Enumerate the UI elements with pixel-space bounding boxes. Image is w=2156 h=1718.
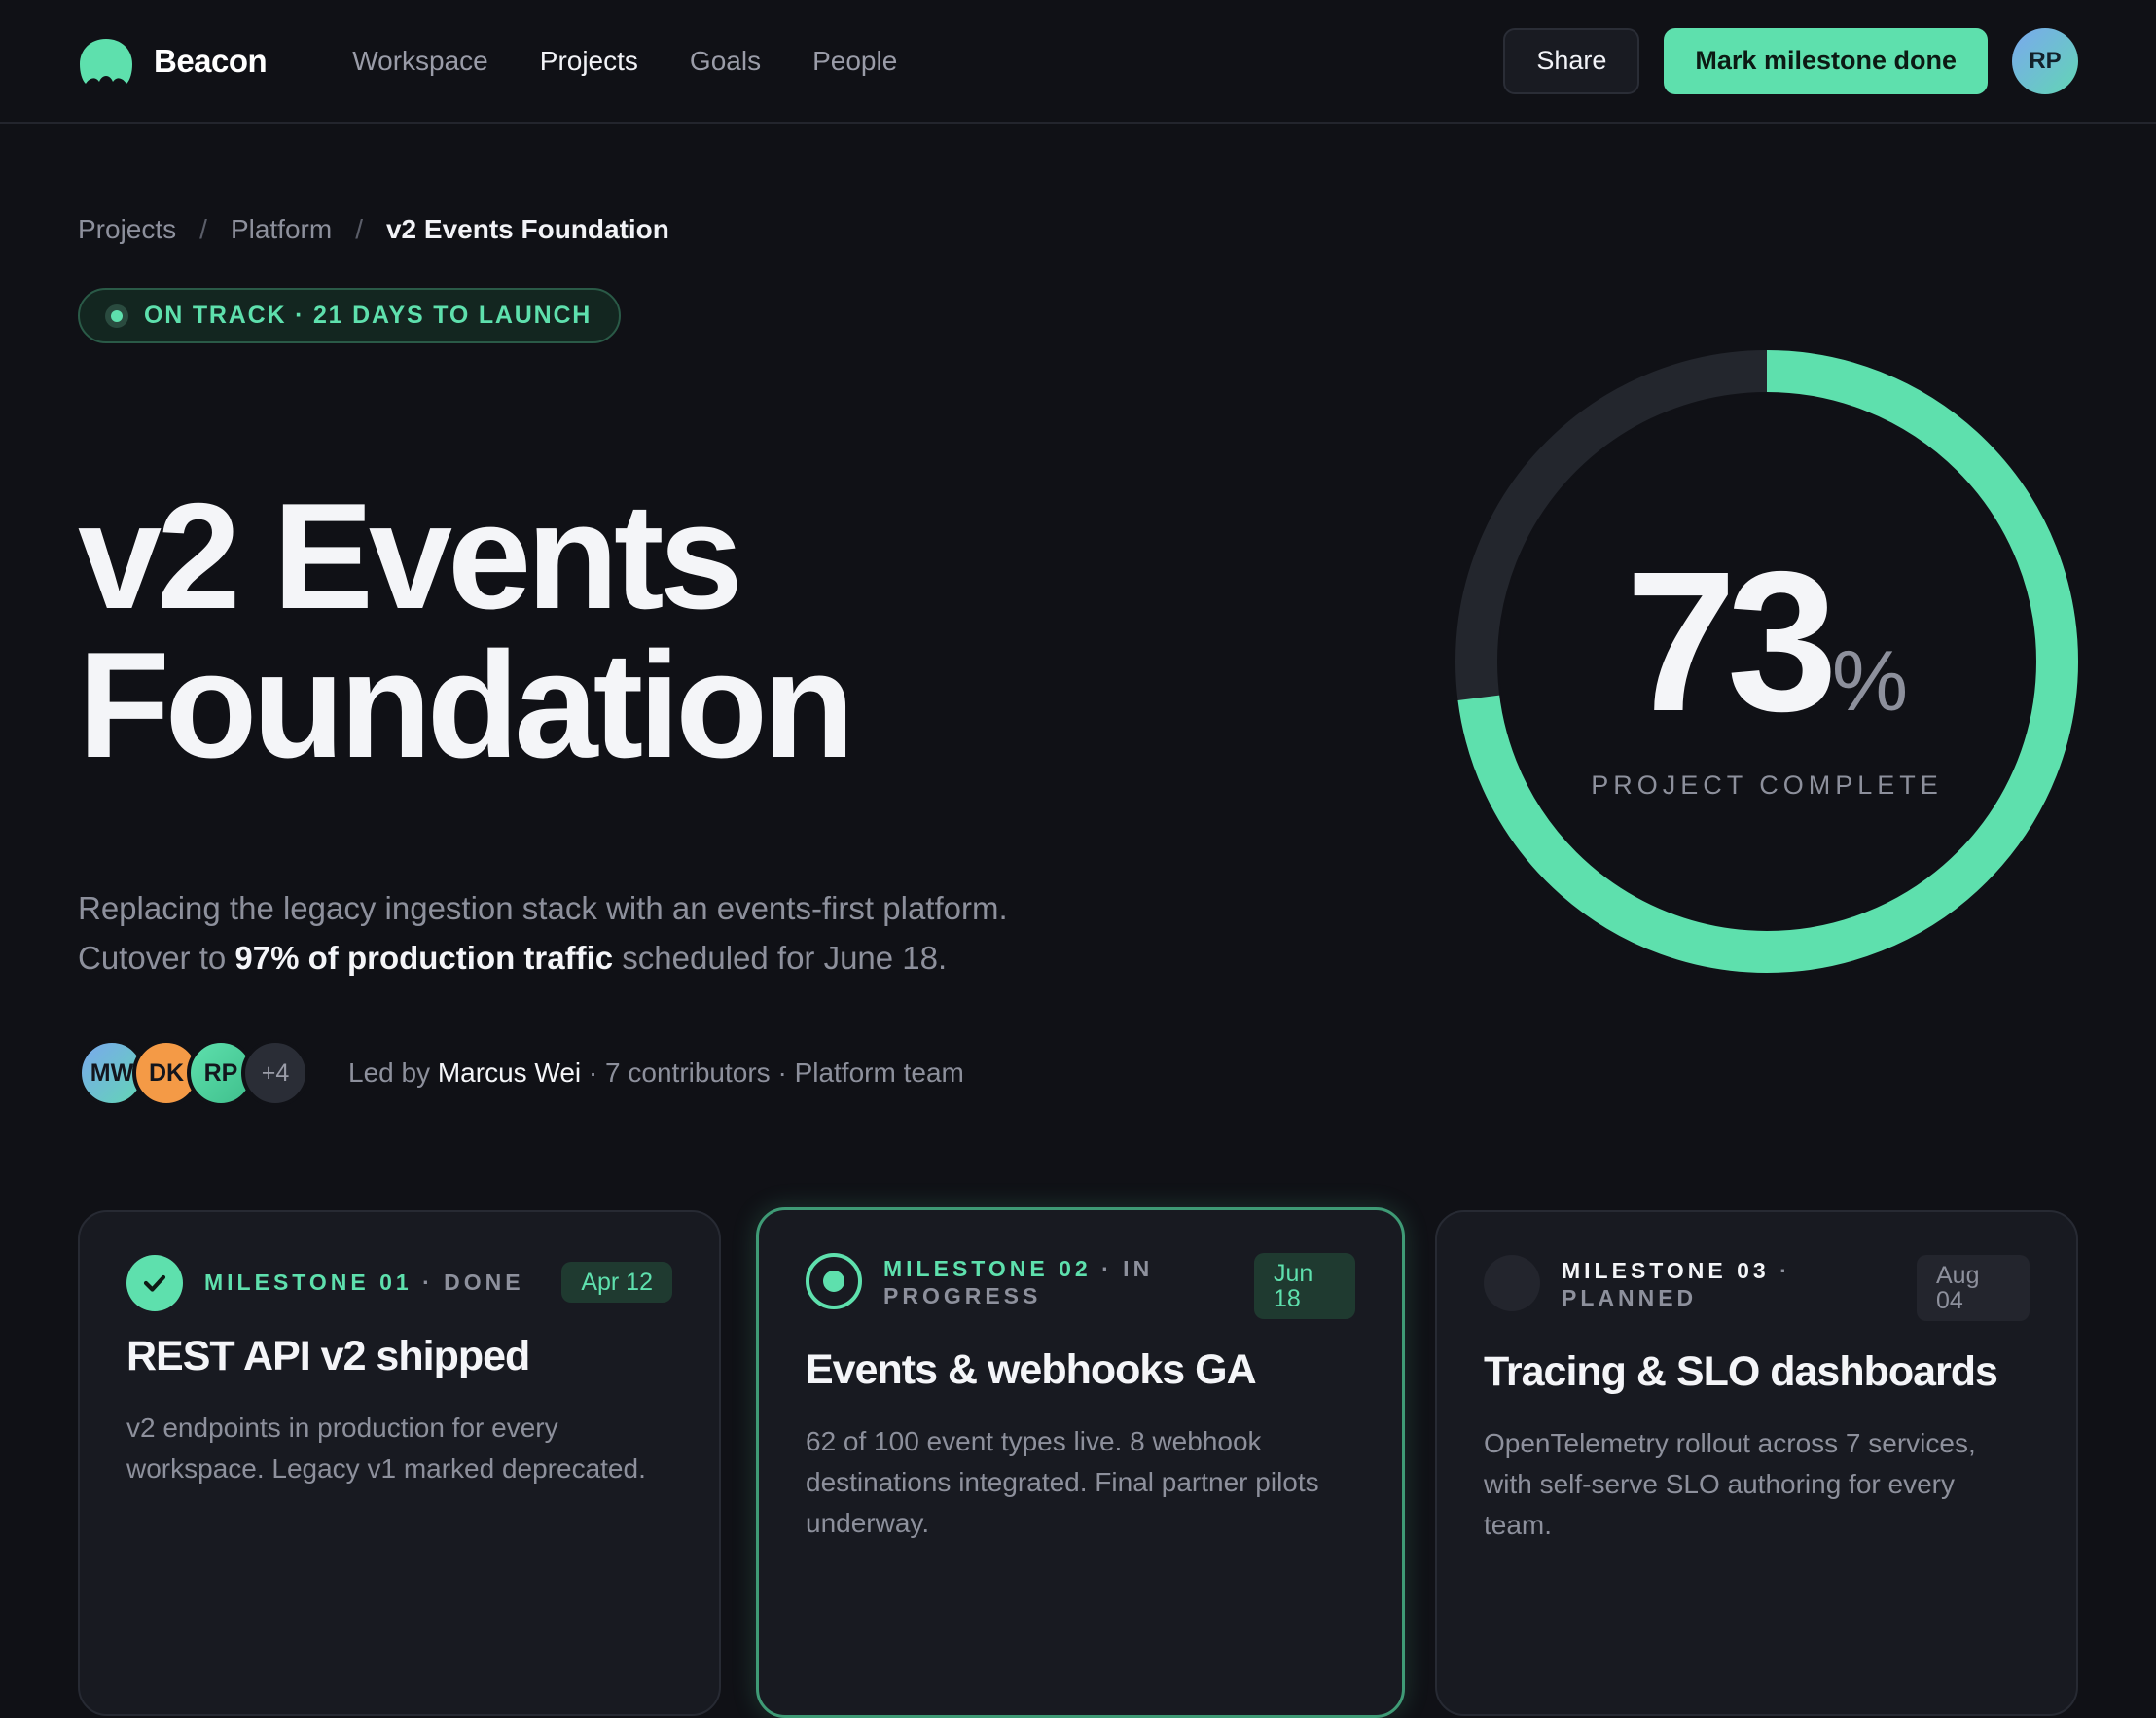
breadcrumb-separator: / bbox=[355, 214, 363, 244]
milestone-state: · DONE bbox=[412, 1270, 524, 1295]
nav-projects[interactable]: Projects bbox=[540, 46, 638, 77]
top-bar: Beacon Workspace Projects Goals People S… bbox=[0, 0, 2156, 124]
milestone-number: MILESTONE 01 bbox=[204, 1270, 413, 1295]
page-title-line-1: v2 Events bbox=[78, 472, 743, 640]
nav-people[interactable]: People bbox=[812, 46, 897, 77]
milestone-title: REST API v2 shipped bbox=[126, 1333, 530, 1379]
mark-milestone-done-button[interactable]: Mark milestone done bbox=[1664, 27, 1988, 94]
milestone-description: v2 endpoints in production for every wor… bbox=[126, 1413, 646, 1484]
progress-readout: 73 % PROJECT COMPLETE bbox=[1455, 349, 2079, 974]
description-pre: Cutover to bbox=[78, 940, 235, 976]
lead-name[interactable]: Marcus Wei bbox=[438, 1057, 581, 1088]
more-contributors-badge[interactable]: +4 bbox=[241, 1039, 309, 1107]
planned-icon bbox=[1484, 1255, 1540, 1311]
breadcrumb-projects[interactable]: Projects bbox=[78, 214, 176, 245]
milestone-description: 62 of 100 event types live. 8 webhook de… bbox=[806, 1426, 1319, 1538]
user-avatar[interactable]: RP bbox=[2012, 27, 2078, 94]
milestone-description: OpenTelemetry rollout across 7 services,… bbox=[1484, 1428, 1976, 1540]
top-actions: Share Mark milestone done RP bbox=[1503, 27, 2078, 94]
milestone-label: MILESTONE 02 · IN PROGRESS bbox=[883, 1253, 1233, 1309]
milestone-date-badge: Jun 18 bbox=[1254, 1253, 1355, 1319]
milestone-number: MILESTONE 03 bbox=[1562, 1258, 1770, 1283]
page-title: v2 Events Foundation bbox=[78, 481, 1148, 780]
status-badge: ON TRACK · 21 DAYS TO LAUNCH bbox=[78, 288, 622, 343]
milestone-date-badge: Aug 04 bbox=[1917, 1255, 2030, 1321]
team-row: MW DK RP +4 Led by Marcus Wei · 7 contri… bbox=[78, 1039, 964, 1107]
breadcrumb-separator: / bbox=[199, 214, 207, 244]
progress-label: PROJECT COMPLETE bbox=[1591, 770, 1943, 800]
breadcrumb: Projects / Platform / v2 Events Foundati… bbox=[78, 214, 669, 245]
milestone-number: MILESTONE 02 bbox=[883, 1256, 1092, 1281]
milestone-title: Tracing & SLO dashboards bbox=[1484, 1348, 1998, 1395]
page-title-line-2: Foundation bbox=[78, 621, 855, 789]
milestone-card-02[interactable]: MILESTONE 02 · IN PROGRESS Jun 18 Events… bbox=[756, 1207, 1405, 1718]
description-post: scheduled for June 18. bbox=[613, 940, 948, 976]
milestone-title: Events & webhooks GA bbox=[806, 1346, 1257, 1393]
milestone-card-03[interactable]: MILESTONE 03 · PLANNED Aug 04 Tracing & … bbox=[1435, 1210, 2078, 1716]
main-nav: Workspace Projects Goals People bbox=[352, 46, 897, 77]
team-meta: Led by Marcus Wei · 7 contributors · Pla… bbox=[348, 1057, 964, 1089]
milestone-date-badge: Apr 12 bbox=[561, 1262, 672, 1303]
progress-value: 73 bbox=[1625, 530, 1838, 753]
beacon-logo-icon bbox=[80, 38, 132, 84]
team-details: · 7 contributors · Platform team bbox=[581, 1057, 964, 1088]
breadcrumb-platform[interactable]: Platform bbox=[231, 214, 332, 245]
app-name: Beacon bbox=[154, 42, 268, 79]
milestone-card-01[interactable]: MILESTONE 01 · DONE Apr 12 REST API v2 s… bbox=[78, 1210, 721, 1716]
share-button[interactable]: Share bbox=[1503, 27, 1640, 94]
progress-unit: % bbox=[1831, 632, 1909, 729]
project-description: Replacing the legacy ingestion stack wit… bbox=[78, 883, 1245, 983]
nav-workspace[interactable]: Workspace bbox=[352, 46, 488, 77]
status-dot-icon bbox=[105, 304, 128, 328]
nav-goals[interactable]: Goals bbox=[690, 46, 761, 77]
description-line-1: Replacing the legacy ingestion stack wit… bbox=[78, 890, 1008, 926]
milestone-label: MILESTONE 01 · DONE bbox=[204, 1255, 540, 1296]
led-by-label: Led by bbox=[348, 1057, 438, 1088]
breadcrumb-current: v2 Events Foundation bbox=[385, 214, 669, 244]
contributor-avatars[interactable]: MW DK RP +4 bbox=[78, 1039, 309, 1107]
description-highlight: 97% of production traffic bbox=[234, 940, 614, 976]
brand-logo[interactable]: Beacon bbox=[78, 37, 268, 86]
check-icon bbox=[126, 1255, 183, 1311]
status-text: ON TRACK · 21 DAYS TO LAUNCH bbox=[144, 302, 593, 329]
in-progress-icon bbox=[806, 1253, 862, 1309]
progress-ring: 73 % PROJECT COMPLETE bbox=[1455, 349, 2079, 974]
milestone-label: MILESTONE 03 · PLANNED bbox=[1562, 1255, 1895, 1311]
